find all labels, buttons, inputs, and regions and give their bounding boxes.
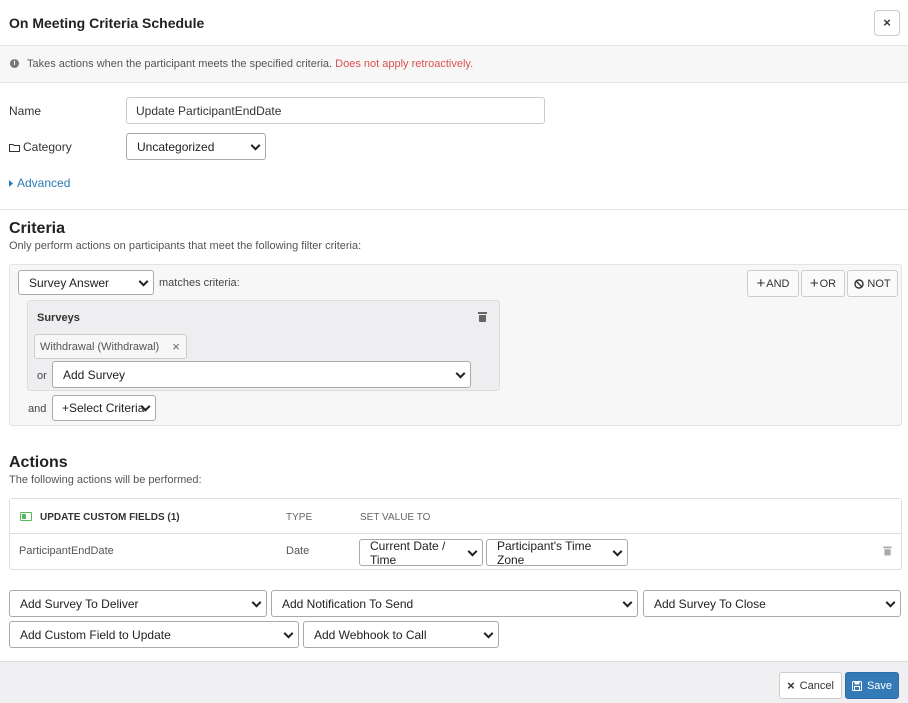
and-label: and <box>28 403 47 415</box>
chevron-down-icon <box>455 368 466 379</box>
and-button-label: AND <box>766 277 790 290</box>
name-label: Name <box>9 104 42 118</box>
trash-icon[interactable] <box>478 312 487 322</box>
table-title: UPDATE CUSTOM FIELDS (1) <box>40 512 180 523</box>
update-custom-fields-table: UPDATE CUSTOM FIELDS (1) TYPE SET VALUE … <box>9 498 902 570</box>
info-description: Takes actions when the participant meets… <box>27 58 333 70</box>
add-notification-select[interactable]: Add Notification To Send <box>271 590 638 617</box>
select-criteria-value: +Select Criteria <box>62 401 145 415</box>
modal-footer: × Cancel Save <box>0 661 908 703</box>
modal-title: On Meeting Criteria Schedule <box>9 15 205 31</box>
cancel-label: Cancel <box>799 679 834 692</box>
criteria-type-select[interactable]: Survey Answer <box>18 270 154 295</box>
chevron-down-icon <box>483 628 494 639</box>
modal-header: On Meeting Criteria Schedule × <box>0 0 908 46</box>
add-survey-to-deliver-select[interactable]: Add Survey To Deliver <box>9 590 267 617</box>
criteria-subtext: Only perform actions on participants tha… <box>9 240 362 252</box>
table-header: UPDATE CUSTOM FIELDS (1) TYPE SET VALUE … <box>10 499 901 534</box>
or-button-label: OR <box>819 277 837 290</box>
info-text: Takes actions when the participant meets… <box>27 58 473 70</box>
survey-tag-label: Withdrawal (Withdrawal) <box>40 340 160 353</box>
save-button[interactable]: Save <box>845 672 899 699</box>
close-icon: × <box>787 678 795 693</box>
save-label: Save <box>866 679 893 692</box>
add-survey-deliver-label: Add Survey To Deliver <box>20 596 139 611</box>
info-circle-icon: i <box>10 59 19 68</box>
add-custom-field-select[interactable]: Add Custom Field to Update <box>9 621 299 648</box>
type-cell: Date <box>286 545 310 557</box>
select-criteria-select[interactable]: +Select Criteria <box>52 395 156 421</box>
timezone-select[interactable]: Participant's Time Zone <box>486 538 628 567</box>
col-set-value-header: SET VALUE TO <box>360 512 431 523</box>
caret-right-icon <box>9 179 13 187</box>
id-card-icon <box>20 512 32 521</box>
category-select[interactable]: Uncategorized <box>126 133 266 160</box>
category-label-wrap: Category <box>9 140 72 154</box>
add-custom-field-label: Add Custom Field to Update <box>20 627 171 642</box>
add-webhook-select[interactable]: Add Webhook to Call <box>303 621 499 648</box>
add-survey-to-close-select[interactable]: Add Survey To Close <box>643 590 901 617</box>
remove-tag-icon[interactable]: × <box>172 339 180 354</box>
chevron-down-icon <box>622 597 633 608</box>
advanced-toggle[interactable]: Advanced <box>9 176 70 190</box>
general-section: Name Update ParticipantEndDate Category … <box>0 83 908 210</box>
plus-icon: + <box>809 275 819 292</box>
surveys-title: Surveys <box>37 312 80 324</box>
matches-criteria-label: matches criteria: <box>159 277 240 289</box>
category-label: Category <box>23 140 72 154</box>
and-button[interactable]: + AND <box>747 270 799 297</box>
chevron-down-icon <box>250 140 261 151</box>
criteria-type-value: Survey Answer <box>29 275 110 290</box>
info-warning: Does not apply retroactively. <box>335 58 474 70</box>
or-button[interactable]: + OR <box>801 270 845 297</box>
criteria-panel: Survey Answer matches criteria: + AND + … <box>9 264 902 426</box>
advanced-label: Advanced <box>17 176 71 190</box>
plus-icon: + <box>756 275 766 292</box>
add-survey-select[interactable]: Add Survey <box>52 361 471 388</box>
chevron-down-icon <box>283 628 294 639</box>
cancel-button[interactable]: × Cancel <box>779 672 842 699</box>
add-webhook-label: Add Webhook to Call <box>314 627 427 642</box>
not-button-label: NOT <box>867 277 891 290</box>
or-label: or <box>37 370 47 382</box>
field-name-cell: ParticipantEndDate <box>19 545 114 557</box>
not-button[interactable]: NOT <box>847 270 898 297</box>
info-bar: i Takes actions when the participant mee… <box>0 46 908 83</box>
set-value-select[interactable]: Current Date / Time <box>359 538 483 567</box>
add-survey-close-label: Add Survey To Close <box>654 596 766 611</box>
ban-icon <box>854 278 865 289</box>
chevron-down-icon <box>251 597 262 608</box>
survey-tag: Withdrawal (Withdrawal) × <box>34 334 187 359</box>
chevron-down-icon <box>885 597 896 608</box>
add-survey-value: Add Survey <box>63 367 126 382</box>
category-select-value: Uncategorized <box>137 139 215 154</box>
actions-subtext: The following actions will be performed: <box>9 474 202 486</box>
timezone-selected: Participant's Time Zone <box>497 538 592 567</box>
surveys-criteria-box: Surveys Withdrawal (Withdrawal) × or Add… <box>27 300 500 391</box>
actions-heading: Actions <box>9 454 68 471</box>
folder-icon <box>9 143 20 152</box>
chevron-down-icon <box>138 276 149 287</box>
col-type-header: TYPE <box>286 512 313 523</box>
name-input[interactable]: Update ParticipantEndDate <box>126 97 545 124</box>
trash-icon[interactable] <box>883 546 892 556</box>
set-value-selected: Current Date / Time <box>370 538 446 567</box>
close-button[interactable]: × <box>874 10 900 36</box>
floppy-disk-icon <box>851 680 862 691</box>
criteria-heading: Criteria <box>9 220 66 237</box>
add-notification-label: Add Notification To Send <box>282 596 414 611</box>
